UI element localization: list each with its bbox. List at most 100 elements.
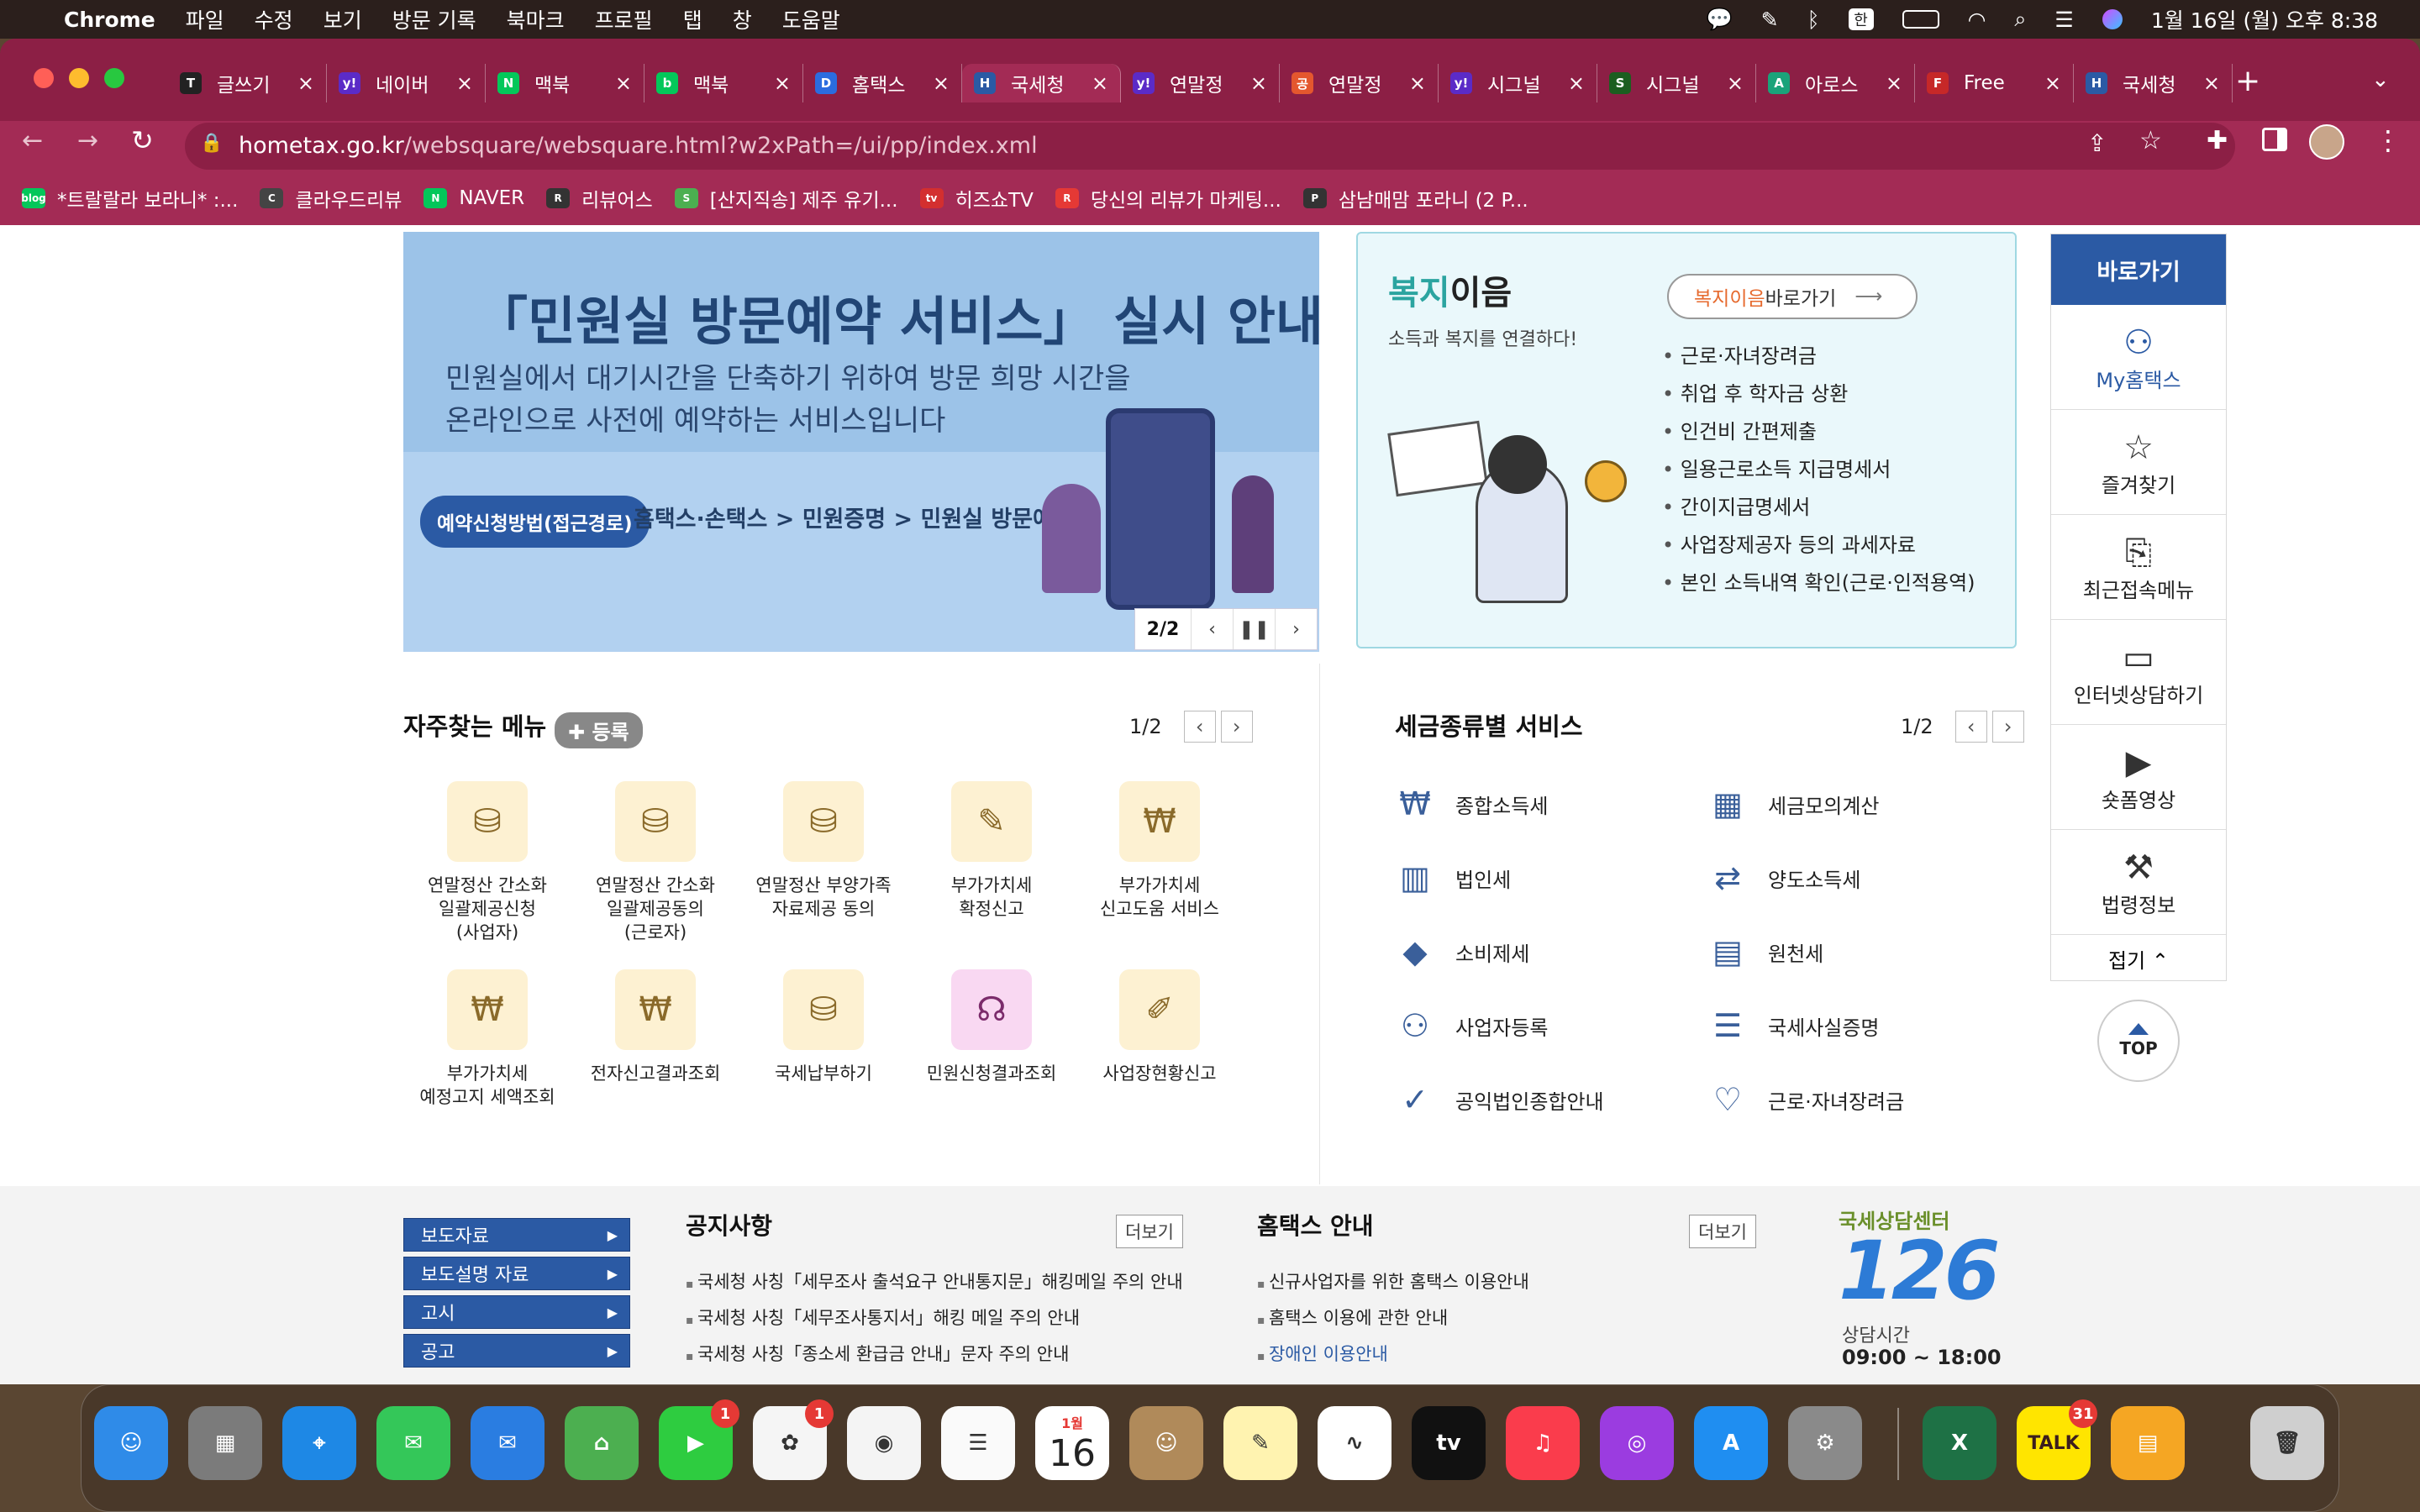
notice-item[interactable]: 국세청 사칭「종소세 환급금 안내」문자 주의 안내 [686,1337,1183,1373]
contacts-icon[interactable]: ☺ [1129,1406,1203,1480]
pages-icon[interactable]: ▤ [2111,1406,2185,1480]
freq-next-icon[interactable]: › [1220,711,1253,743]
safari-icon[interactable]: ⌖ [282,1406,356,1480]
tax-next-icon[interactable]: › [1991,711,2024,743]
tab[interactable]: N 맥북 × [486,64,644,102]
new-tab-button[interactable]: + [2235,64,2260,98]
freq-menu-item[interactable]: ₩ 부가가치세 신고도움 서비스 [1076,781,1244,921]
input-source-indicator[interactable]: 한 [1848,8,1874,30]
freq-prev-icon[interactable]: ‹ [1183,711,1216,743]
finder-icon[interactable]: ☺ [94,1406,168,1480]
bookmark-item[interactable]: C 클라우드리뷰 [260,184,402,213]
welfare-shortcut-button[interactable]: 복지이음 바로가기 ⟶ [1667,274,1918,319]
tax-prev-icon[interactable]: ‹ [1954,711,1987,743]
control-center-icon[interactable]: ☰ [2054,8,2073,32]
tab[interactable]: b 맥북 × [644,64,803,102]
tab[interactable]: 공 연말정 × [1280,64,1439,102]
tab-close-icon[interactable]: × [297,71,314,95]
tax-service-item[interactable]: ₩ 종합소득세 [1392,783,1548,825]
calendar-icon[interactable]: 1월 16 [1035,1406,1109,1480]
profile-avatar[interactable] [2309,124,2344,160]
menu-tab[interactable]: 탭 [683,4,702,34]
appletv-icon[interactable]: tv [1412,1406,1486,1480]
forward-icon[interactable]: → [77,126,98,155]
tax-service-item[interactable]: ♡ 근로·자녀장려금 [1704,1079,1904,1121]
bookmark-star-icon[interactable]: ☆ [2139,126,2162,155]
menu-window[interactable]: 창 [733,4,752,34]
quick-fold-button[interactable]: 접기 ⌃ [2051,935,2226,982]
battery-icon[interactable] [1902,10,1939,29]
tab-close-icon[interactable]: × [1409,71,1426,95]
freq-menu-item[interactable]: ✐ 사업장현황신고 [1076,969,1244,1085]
clock[interactable]: 1월 16일 (월) 오후 8:38 [2151,4,2378,34]
app-menu[interactable]: Chrome [64,8,155,32]
quick-recent-menu[interactable]: ⎘ 최근접속메뉴 [2051,515,2226,620]
freq-menu-item[interactable]: ⛁ 연말정산 간소화 일괄제공동의 (근로자) [571,781,739,944]
menu-profiles[interactable]: 프로필 [595,4,653,34]
lock-icon[interactable]: 🔒 [200,133,223,154]
freq-menu-item[interactable]: ₩ 전자신고결과조회 [571,969,739,1085]
tax-service-item[interactable]: ▦ 세금모의계산 [1704,783,1879,825]
tab-close-icon[interactable]: × [1250,71,1267,95]
extensions-icon[interactable]: ✚ [2207,126,2228,155]
notice-item[interactable]: 국세청 사칭「세무조사통지서」해킹 메일 주의 안내 [686,1301,1183,1337]
tab[interactable]: F Free × [1915,64,2074,102]
welfare-item[interactable]: 사업장제공자 등의 과세자료 [1662,527,1975,564]
tab[interactable]: D 홈택스 × [803,64,962,102]
freq-menu-item[interactable]: ₩ 부가가치세 예정고지 세액조회 [403,969,571,1109]
tab[interactable]: T 글쓰기 × [168,64,327,102]
menu-bookmarks[interactable]: 북마크 [507,4,565,34]
tab[interactable]: S 시그널 × [1597,64,1756,102]
bookmark-item[interactable]: R 당신의 리뷰가 마케팅... [1055,184,1281,213]
close-window-button[interactable] [34,68,54,88]
scroll-top-button[interactable]: TOP [2097,1000,2180,1082]
reload-icon[interactable]: ↻ [131,124,154,156]
freq-menu-item[interactable]: ⛁ 연말정산 부양가족 자료제공 동의 [739,781,908,921]
share-icon[interactable]: ⇪ [2087,129,2107,157]
tab[interactable]: y! 시그널 × [1439,64,1597,102]
welfare-box[interactable]: 복지이음 소득과 복지를 연결하다! 복지이음 바로가기 ⟶ 근로·자녀장려금 취… [1356,232,2017,648]
freq-menu-item[interactable]: ✎ 부가가치세 확정신고 [908,781,1076,921]
tab-close-icon[interactable]: × [2044,71,2061,95]
kakaotalk-icon[interactable]: TALK 31 [2017,1399,2097,1480]
guide-item[interactable]: 신규사업자를 위한 홈택스 이용안내 [1257,1265,1529,1301]
minimize-window-button[interactable] [69,68,89,88]
banner-prev-icon[interactable]: ‹ [1191,609,1233,649]
reminders-icon[interactable]: ☰ [941,1406,1015,1480]
guide-item[interactable]: 장애인 이용안내 [1257,1337,1529,1373]
trash-icon[interactable]: 🗑 [2250,1406,2324,1480]
freq-menu-item[interactable]: ☊ 민원신청결과조회 [908,969,1076,1085]
tab-close-icon[interactable]: × [774,71,791,95]
tab[interactable]: H 국세청 × [2074,64,2233,102]
bluetooth-icon[interactable]: ᛒ [1807,8,1820,32]
tab[interactable]: y! 네이버 × [327,64,486,102]
freq-menu-item[interactable]: ⛁ 연말정산 간소화 일괄제공신청 (사업자) [403,781,571,944]
messages-icon[interactable]: ✉ [376,1406,450,1480]
quick-shortform-video[interactable]: ▶ 숏폼영상 [2051,725,2226,830]
appstore-icon[interactable]: A [1694,1406,1768,1480]
bookmark-item[interactable]: P 삼남매맘 포라니 (2 P... [1302,184,1528,213]
guide-item[interactable]: 홈택스 이용에 관한 안내 [1257,1301,1529,1337]
tab[interactable]: A 아로스 × [1756,64,1915,102]
notes-icon[interactable]: ✎ [1223,1406,1297,1480]
tab-close-icon[interactable]: × [456,71,473,95]
banner-carousel[interactable]: 「민원실 방문예약 서비스」 실시 안내 민원실에서 대기시간을 단축하기 위하… [403,232,1319,652]
menu-history[interactable]: 방문 기록 [392,4,476,34]
search-icon[interactable]: ⌕ [2014,7,2026,32]
tab-close-icon[interactable]: × [1092,71,1108,95]
tax-service-item[interactable]: ☰ 국세사실증명 [1704,1005,1880,1047]
script-icon[interactable]: ✎ [1761,8,1779,32]
tab-active[interactable]: H 국세청 × [962,64,1121,102]
bookmark-item[interactable]: tv 히즈쇼TV [919,184,1034,213]
tab-close-icon[interactable]: × [1568,71,1585,95]
quick-law-info[interactable]: ⚒ 법령정보 [2051,830,2226,935]
tab-close-icon[interactable]: × [1727,71,1744,95]
menu-edit[interactable]: 수정 [255,4,293,34]
menu-help[interactable]: 도움말 [782,4,840,34]
welfare-item[interactable]: 본인 소득내역 확인(근로·인적용역) [1662,564,1975,602]
sidepanel-icon[interactable] [2262,128,2287,151]
quick-favorites[interactable]: ☆ 즐겨찾기 [2051,410,2226,515]
freq-register-button[interactable]: ✚ 등록 [555,712,643,748]
facetime-icon[interactable]: ▶ 1 [659,1399,739,1480]
welfare-item[interactable]: 취업 후 학자금 상환 [1662,375,1975,413]
